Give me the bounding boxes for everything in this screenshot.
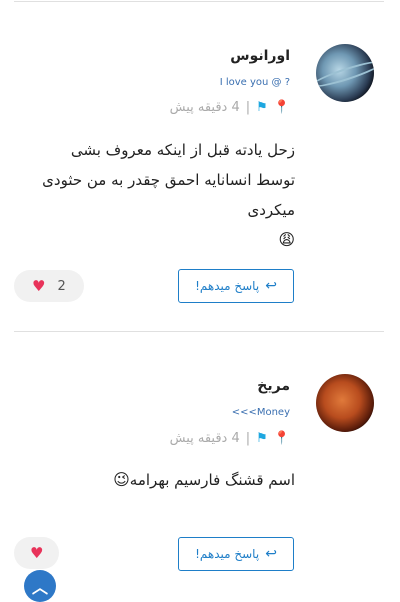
comment-author[interactable]: اورانوس <box>230 48 290 64</box>
top-divider <box>14 1 384 2</box>
comment-body: زحل یادته قبل از اینکه معروف بشی توسط ان… <box>42 141 295 219</box>
reply-button-label: پاسخ میدهم! <box>195 279 260 293</box>
flag-icon[interactable]: ⚑ <box>256 100 268 115</box>
chevron-up-icon: ︿ <box>31 578 48 597</box>
flag-icon[interactable]: ⚑ <box>256 431 268 446</box>
heart-icon: ♥ <box>30 544 44 562</box>
heart-icon: ♥ <box>32 277 46 295</box>
comment-meta: 📍 ⚑ | 4 دقیقه پیش <box>170 100 290 115</box>
planet-ring-icon <box>316 56 374 92</box>
comment-author[interactable]: مریخ <box>257 378 290 394</box>
reply-button[interactable]: ↩ پاسخ میدهم! <box>178 269 294 303</box>
comment-divider <box>14 331 384 332</box>
comment-text: زحل یادته قبل از اینکه معروف بشی توسط ان… <box>35 135 295 255</box>
comment-body: اسم قشنگ فارسیم بهرامه <box>129 471 295 489</box>
separator: | <box>245 100 251 115</box>
pin-icon[interactable]: 📍 <box>274 431 290 446</box>
reply-arrow-icon: ↩ <box>265 546 277 562</box>
pin-icon[interactable]: 📍 <box>274 100 290 115</box>
reply-button[interactable]: ↩ پاسخ میدهم! <box>178 537 294 571</box>
comment-tagline: I love you @ ? <box>219 77 290 88</box>
avatar[interactable] <box>316 374 374 432</box>
comment-time: 4 دقیقه پیش <box>169 100 240 115</box>
avatar[interactable] <box>316 44 374 102</box>
reply-button-label: پاسخ میدهم! <box>195 547 260 561</box>
comment-tagline: <<<Money <box>231 407 290 418</box>
like-count: 2 <box>57 278 66 294</box>
reply-arrow-icon: ↩ <box>265 278 277 294</box>
wink-emoji: 😉 <box>113 470 130 489</box>
comment-time: 4 دقیقه پیش <box>169 431 240 446</box>
weary-face-emoji: 😩 <box>278 230 295 249</box>
comment-text: اسم قشنگ فارسیم بهرامه😉 <box>35 465 295 495</box>
separator: | <box>245 431 251 446</box>
comment-meta: 📍 ⚑ | 4 دقیقه پیش <box>170 431 290 446</box>
like-button[interactable]: ♥ <box>14 537 60 569</box>
scroll-to-top-button[interactable]: ︿ <box>24 570 56 602</box>
like-button[interactable]: ♥ 2 <box>14 270 84 302</box>
